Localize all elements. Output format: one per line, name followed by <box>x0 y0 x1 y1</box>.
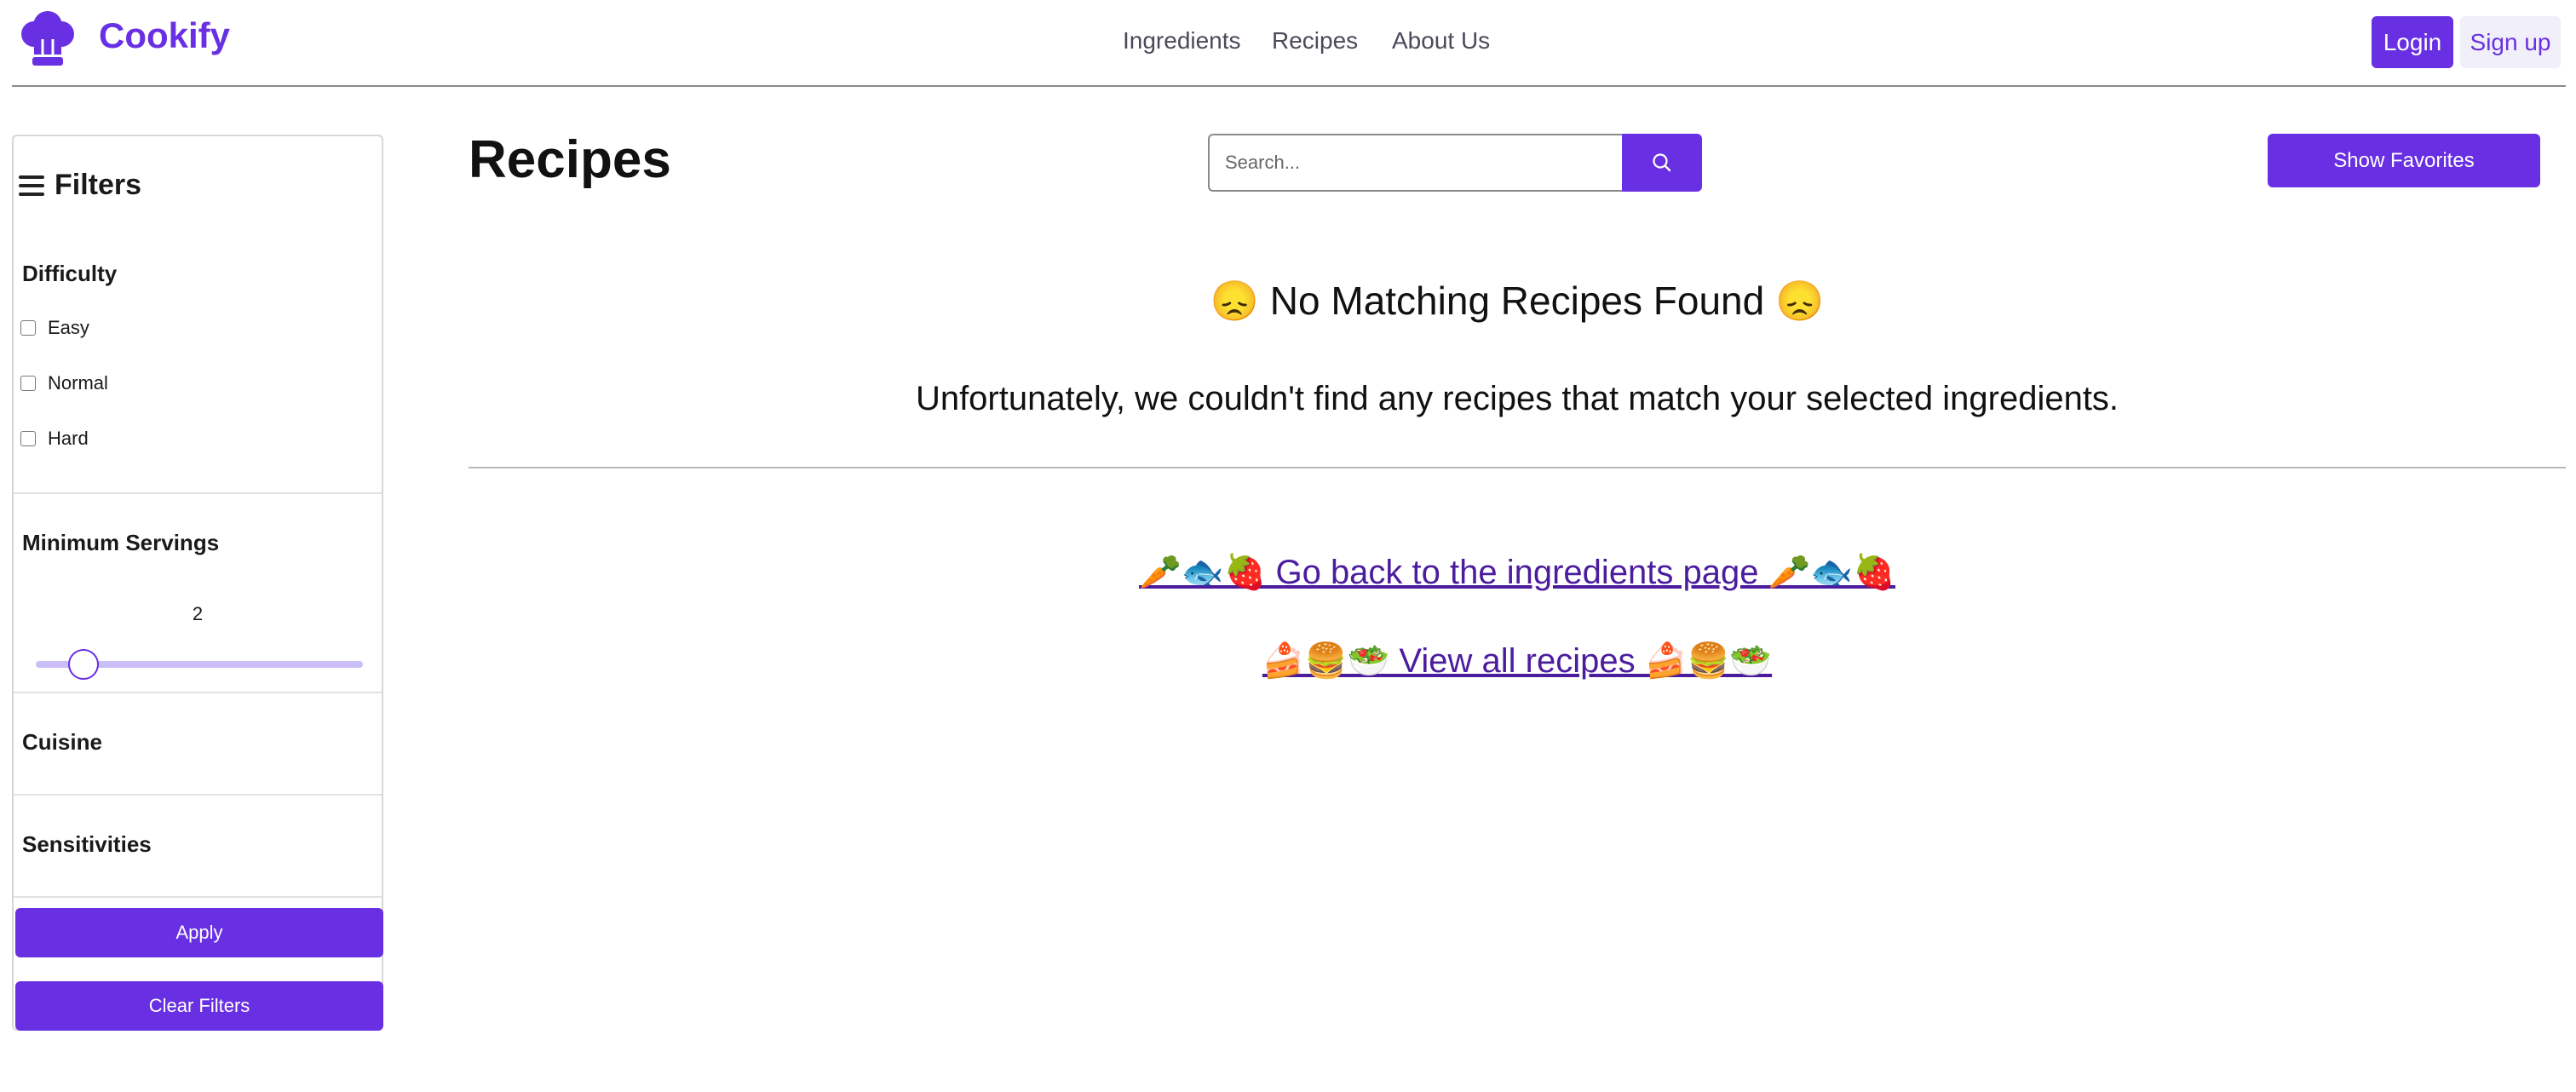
nav-recipes[interactable]: Recipes <box>1272 27 1358 55</box>
filters-title: Filters <box>55 169 142 201</box>
brand-name[interactable]: Cookify <box>99 15 230 56</box>
apply-button[interactable]: Apply <box>15 908 383 957</box>
easy-label: Easy <box>48 317 89 338</box>
top-navbar: Cookify Ingredients Recipes About Us Log… <box>0 0 2576 85</box>
filters-header[interactable]: Filters <box>19 169 141 202</box>
hard-checkbox[interactable] <box>20 431 36 446</box>
min-servings-title: Minimum Servings <box>22 530 220 555</box>
back-link-row: 🥕🐟🍓 Go back to the ingredients page 🥕🐟🍓 <box>469 552 2566 592</box>
search-button[interactable] <box>1622 134 1702 192</box>
servings-value: 2 <box>192 603 204 624</box>
header-divider <box>12 85 2566 87</box>
back-to-ingredients-link[interactable]: 🥕🐟🍓 Go back to the ingredients page 🥕🐟🍓 <box>1139 554 1895 591</box>
difficulty-title: Difficulty <box>22 261 118 286</box>
content-divider <box>469 467 2566 468</box>
section-divider <box>14 794 382 796</box>
clear-filters-button[interactable]: Clear Filters <box>15 981 383 1031</box>
no-results-title: 😞 No Matching Recipes Found 😞 <box>1210 279 1825 323</box>
all-recipes-link-row: 🍰🍔🥗 View all recipes 🍰🍔🥗 <box>469 641 2566 681</box>
signup-button[interactable]: Sign up <box>2460 16 2561 68</box>
nav-about-us[interactable]: About Us <box>1392 27 1490 55</box>
difficulty-easy[interactable]: Easy <box>20 317 89 339</box>
difficulty-normal[interactable]: Normal <box>20 372 108 394</box>
page-title: Recipes <box>469 130 671 189</box>
no-results-message: Unfortunately, we couldn't find any reci… <box>915 380 2119 417</box>
hard-label: Hard <box>48 428 89 449</box>
sensitivities-title[interactable]: Sensitivities <box>22 831 152 858</box>
filters-sidebar: Filters Difficulty Easy Normal Hard Mini… <box>12 135 383 1031</box>
search-input[interactable] <box>1208 134 1624 192</box>
section-divider <box>14 692 382 693</box>
difficulty-hard[interactable]: Hard <box>20 428 89 450</box>
nav-ingredients[interactable]: Ingredients <box>1123 27 1241 55</box>
easy-checkbox[interactable] <box>20 320 36 336</box>
cuisine-title[interactable]: Cuisine <box>22 729 102 756</box>
normal-checkbox[interactable] <box>20 376 36 391</box>
show-favorites-button[interactable]: Show Favorites <box>2268 134 2540 187</box>
view-all-recipes-link[interactable]: 🍰🍔🥗 View all recipes 🍰🍔🥗 <box>1262 642 1772 680</box>
servings-slider-thumb[interactable] <box>68 649 99 680</box>
section-divider <box>14 492 382 494</box>
chef-hat-icon[interactable] <box>17 9 78 70</box>
normal-label: Normal <box>48 372 108 394</box>
menu-icon[interactable] <box>19 175 44 196</box>
section-divider <box>14 896 382 898</box>
search-icon <box>1653 153 1671 172</box>
login-button[interactable]: Login <box>2372 16 2453 68</box>
